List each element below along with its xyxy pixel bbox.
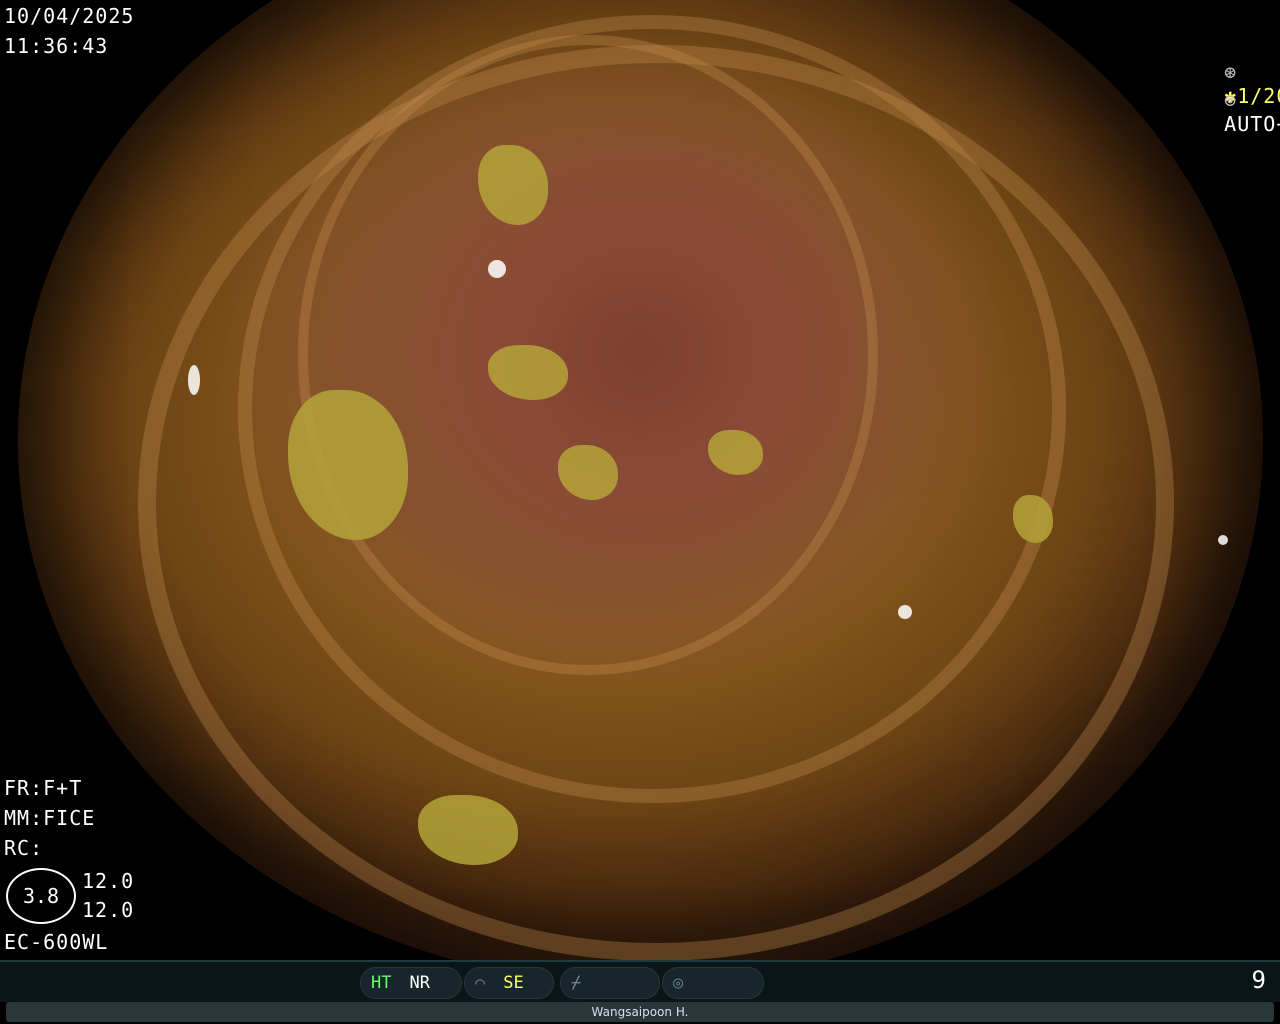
light-reflection — [488, 260, 506, 278]
edge-group[interactable]: ⌿ — [560, 967, 660, 999]
endoscopy-view: 10/04/2025 11:36:43 ⊛ ✱1/200 ⊚ AUTO+1 FR… — [0, 0, 1280, 960]
ht-indicator[interactable]: HT — [371, 973, 391, 993]
iris-icon: ⊚ — [1224, 88, 1238, 112]
light-reflection — [898, 605, 912, 619]
page-number: 9 — [1251, 966, 1266, 994]
measure-mode: MM:FICE — [4, 806, 96, 830]
nr-indicator[interactable]: NR — [409, 973, 429, 993]
structure-group[interactable]: ⌒ SE — [464, 967, 554, 999]
exam-date: 10/04/2025 — [4, 4, 135, 28]
light-reflection — [1218, 535, 1228, 545]
circle-value-badge: 3.8 — [6, 868, 76, 924]
color-icon: ◎ — [673, 973, 684, 993]
operator-name: Wangsaipoon H. — [591, 1005, 689, 1019]
color-group[interactable]: ◎ — [662, 967, 764, 999]
iris-mode: AUTO+1 — [1224, 112, 1280, 136]
endoscopic-image — [18, 0, 1263, 960]
mucosal-fold — [298, 35, 878, 675]
exam-time: 11:36:43 — [4, 34, 109, 58]
rc-label: RC: — [4, 836, 44, 860]
structure-icon: ⌒ — [475, 973, 486, 993]
ht-nr-group[interactable]: HT NR — [360, 967, 462, 999]
frame-mode: FR:F+T — [4, 776, 83, 800]
edge-icon: ⌿ — [571, 973, 582, 993]
value-bottom: 12.0 — [82, 898, 135, 922]
scope-model: EC-600WL — [4, 930, 109, 954]
operator-bar: Wangsaipoon H. — [6, 1002, 1274, 1022]
value-top: 12.0 — [82, 869, 135, 893]
status-bar: HT NR ⌒ SE ⌿ ◎ 9 — [0, 960, 1280, 1002]
iris-readout: ⊚ AUTO+1 — [1172, 64, 1280, 160]
light-reflection — [188, 365, 200, 395]
se-indicator[interactable]: SE — [503, 973, 523, 993]
